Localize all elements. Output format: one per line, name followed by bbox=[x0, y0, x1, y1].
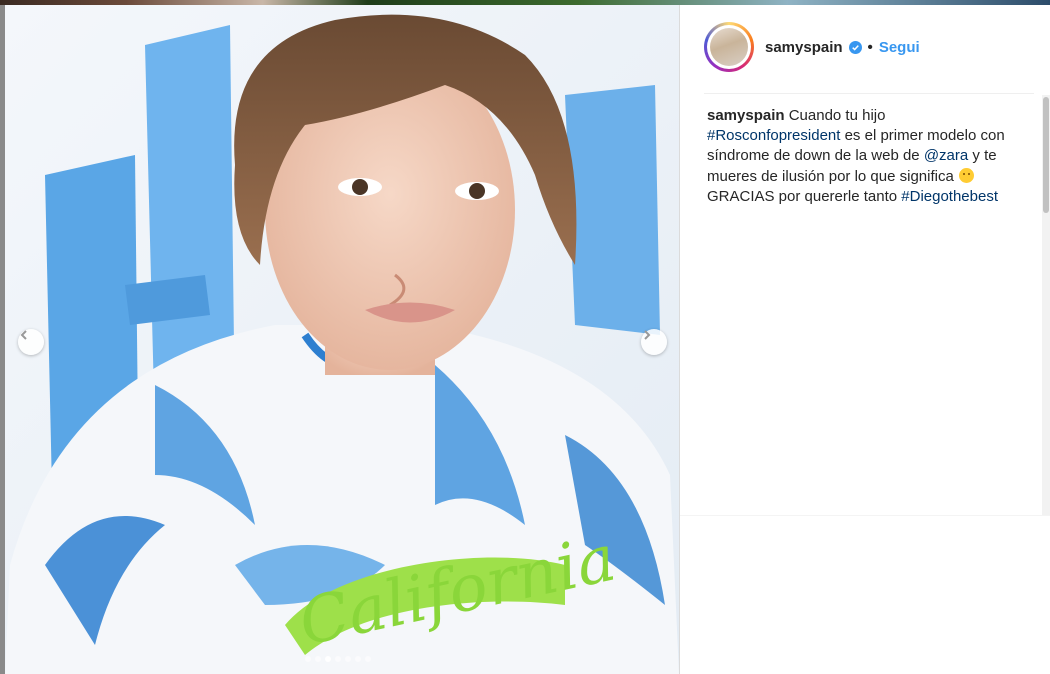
header-separator: • bbox=[867, 39, 873, 56]
photo-illustration: California bbox=[5, 5, 679, 674]
post-caption: samyspain Cuando tu hijo #Rosconfopresid… bbox=[707, 106, 1017, 207]
previous-photo-button[interactable] bbox=[18, 329, 44, 355]
carousel-dot bbox=[345, 656, 351, 662]
header-user-row: samyspain • Segui bbox=[765, 39, 920, 56]
carousel-indicator bbox=[305, 656, 371, 662]
chevron-right-icon bbox=[644, 330, 651, 340]
post-header: samyspain • Segui bbox=[680, 5, 1050, 93]
scrollbar-thumb[interactable] bbox=[1043, 97, 1049, 213]
comments-scrollbar[interactable] bbox=[1042, 95, 1050, 515]
carousel-dot-active bbox=[325, 656, 331, 662]
carousel-dot bbox=[355, 656, 361, 662]
caption-text: Cuando tu hijo bbox=[784, 107, 886, 124]
verified-badge-icon bbox=[848, 41, 862, 54]
next-photo-button[interactable] bbox=[641, 329, 667, 355]
chevron-left-icon bbox=[20, 330, 27, 340]
caption-text: GRACIAS por quererle tanto bbox=[707, 187, 902, 205]
post-dialog: California samyspain • Segui samyspain C… bbox=[5, 5, 1050, 674]
follow-button[interactable]: Segui bbox=[879, 39, 920, 56]
post-sidebar: samyspain • Segui samyspain Cuando tu hi… bbox=[680, 5, 1050, 674]
caption-hashtag[interactable]: #Rosconfopresident bbox=[707, 127, 840, 144]
carousel-dot bbox=[305, 656, 311, 662]
carousel-dot bbox=[365, 656, 371, 662]
caption-mention[interactable]: @zara bbox=[924, 147, 968, 164]
smiling-face-icon bbox=[958, 167, 974, 183]
post-photo: California bbox=[5, 5, 679, 674]
header-divider bbox=[704, 93, 1034, 94]
carousel-dot bbox=[335, 656, 341, 662]
avatar-image-frame bbox=[707, 25, 751, 69]
avatar[interactable] bbox=[704, 22, 754, 72]
section-divider bbox=[680, 515, 1050, 516]
avatar-image bbox=[710, 28, 748, 66]
caption-username[interactable]: samyspain bbox=[707, 107, 785, 124]
carousel-dot bbox=[315, 656, 321, 662]
caption-hashtag[interactable]: #Diegothebest bbox=[901, 188, 998, 205]
header-username[interactable]: samyspain bbox=[765, 39, 843, 56]
